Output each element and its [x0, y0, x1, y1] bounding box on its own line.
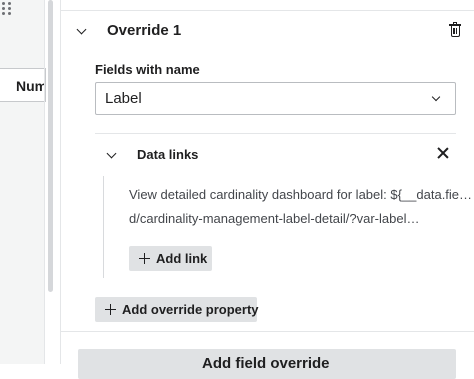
fields-with-name-label: Fields with name	[95, 62, 200, 77]
add-field-override-button[interactable]: Add field override	[78, 349, 456, 379]
plus-icon	[139, 253, 150, 264]
field-name-value: Label	[105, 90, 142, 107]
add-override-property-label: Add override property	[122, 302, 259, 317]
divider	[44, 0, 45, 364]
drag-handle-icon[interactable]	[2, 0, 14, 16]
add-link-label: Add link	[156, 251, 208, 266]
override-title: Override 1	[107, 22, 182, 39]
field-name-select[interactable]: Label	[95, 82, 456, 115]
divider	[61, 10, 474, 11]
data-links-rail	[103, 176, 104, 278]
left-panel	[0, 0, 44, 364]
data-link-title[interactable]: View detailed cardinality dashboard for …	[129, 187, 474, 202]
add-link-button[interactable]: Add link	[129, 246, 212, 271]
divider	[95, 133, 456, 134]
plus-icon	[105, 304, 116, 315]
close-icon[interactable]	[437, 147, 449, 159]
divider	[61, 331, 474, 332]
data-links-title: Data links	[137, 147, 199, 162]
data-link-url[interactable]: d/cardinality-management-label-detail/?v…	[129, 211, 474, 226]
scrollbar-thumb[interactable]	[48, 0, 53, 292]
chevron-down-icon	[431, 92, 441, 102]
trash-icon[interactable]	[449, 22, 461, 38]
add-override-property-button[interactable]: Add override property	[95, 297, 259, 322]
column-header-num[interactable]: Num	[0, 68, 46, 102]
